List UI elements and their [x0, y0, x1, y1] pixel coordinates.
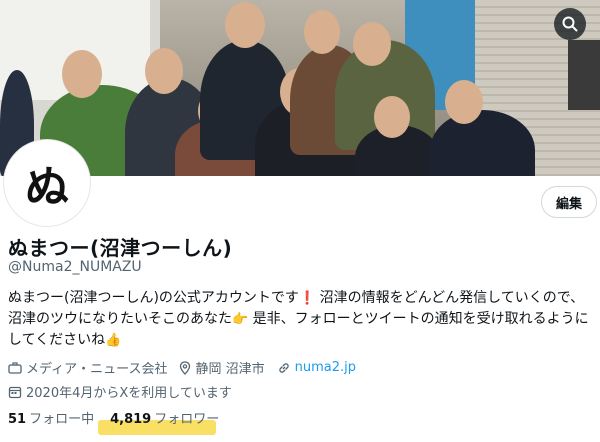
profile-stats: 51 フォロー中 4,819 フォロワー: [8, 408, 235, 427]
pointing-hand-icon: 👉: [232, 312, 249, 327]
calendar-icon: [8, 386, 22, 398]
user-handle: @Numa2_NUMAZU: [8, 259, 142, 275]
joined-row: 2020年4月からXを利用しています: [8, 382, 244, 401]
followers-stat[interactable]: 4,819 フォロワー: [110, 408, 219, 427]
search-icon: [562, 16, 578, 32]
exclamation-icon: ❗: [298, 291, 316, 306]
following-label: フォロー中: [29, 412, 95, 427]
avatar-logo-text: ぬ: [25, 162, 69, 213]
website-item[interactable]: numa2.jp: [277, 360, 356, 375]
followers-label: フォロワー: [154, 412, 220, 427]
location-text: 静岡 沼津市: [195, 362, 265, 377]
website-link[interactable]: numa2.jp: [295, 360, 356, 375]
banner-person-head: [445, 80, 483, 124]
profile-meta-row: メディア・ニュース会社 静岡 沼津市 numa2.jp: [8, 358, 368, 377]
location-item: 静岡 沼津市: [179, 358, 265, 377]
edit-profile-button[interactable]: 編集: [541, 186, 597, 218]
banner-person-head: [62, 50, 102, 98]
profile-bio: ぬまつー(沼津つーしん)の公式アカウントです❗ 沼津の情報をどんどん発信していく…: [8, 288, 598, 351]
category-text: メディア・ニュース会社: [26, 362, 168, 377]
display-name: ぬまつー(沼津つーしん): [8, 236, 233, 260]
following-stat[interactable]: 51 フォロー中: [8, 408, 94, 427]
joined-text: 2020年4月からXを利用しています: [26, 386, 232, 401]
link-icon: [278, 362, 289, 373]
following-count: 51: [8, 412, 27, 427]
bio-text-1: ぬまつー(沼津つーしん)の公式アカウントです: [8, 290, 299, 306]
joined-item: 2020年4月からXを利用しています: [8, 382, 232, 401]
followers-count: 4,819: [110, 412, 152, 427]
avatar-logo: ぬ: [8, 144, 86, 222]
profile-banner[interactable]: [0, 0, 600, 176]
profile-avatar[interactable]: ぬ: [4, 140, 90, 226]
banner-person-head: [374, 96, 410, 138]
location-pin-icon: [180, 360, 191, 375]
briefcase-icon: [8, 361, 22, 374]
thumbs-up-icon: 👍: [105, 333, 122, 348]
banner-person-head: [353, 22, 391, 66]
banner-person-head: [145, 48, 183, 94]
banner-board: [568, 40, 600, 110]
banner-person-head: [304, 10, 340, 54]
search-button[interactable]: [554, 8, 586, 40]
banner-person-head: [225, 2, 265, 48]
category-item: メディア・ニュース会社: [8, 358, 167, 377]
